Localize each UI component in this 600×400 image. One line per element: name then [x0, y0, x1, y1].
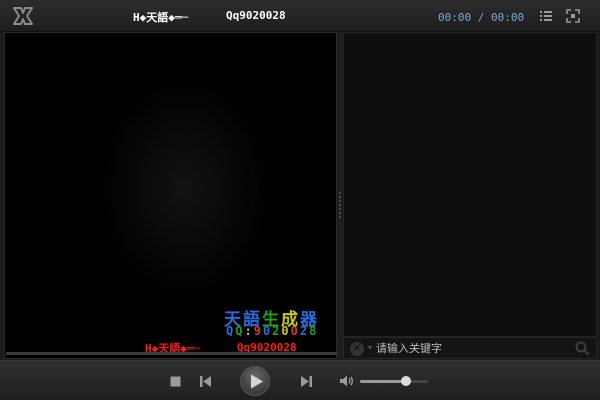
watermark-qq-char: 8: [309, 324, 319, 338]
search-bar: ✕ ▾: [343, 337, 597, 359]
chevron-down-icon[interactable]: ▾: [368, 343, 372, 352]
next-icon[interactable]: [300, 376, 312, 387]
title-bar: H◆天語◆═─ Qq9020028 00:00 / 00:00: [0, 0, 600, 32]
seek-bar[interactable]: [6, 352, 338, 355]
volume-slider[interactable]: [360, 380, 428, 383]
time-total: 00:00: [491, 11, 525, 24]
splitter-grip[interactable]: [339, 192, 341, 218]
play-icon: [251, 374, 263, 389]
watermark-qq-char: 0: [290, 324, 300, 338]
speaker-icon[interactable]: [339, 374, 354, 388]
title-watermark: H◆天語◆═─: [133, 11, 189, 24]
watermark-qq: QQ:9020028: [226, 324, 318, 338]
watermark-qq-char: 2: [299, 324, 310, 338]
app-logo-icon[interactable]: [12, 6, 34, 26]
control-bar: [0, 360, 600, 400]
time-readout: 00:00 / 00:00: [438, 11, 524, 24]
previous-icon[interactable]: [200, 376, 212, 387]
watermark-qq-char: :: [244, 324, 254, 338]
watermark-qq-char: 0: [262, 324, 273, 338]
watermark-qq-char: 0: [281, 324, 291, 338]
close-icon[interactable]: ✕: [350, 342, 364, 356]
list-icon[interactable]: [539, 9, 553, 23]
time-current: 00:00: [438, 11, 472, 24]
play-button[interactable]: [240, 366, 270, 396]
volume-knob[interactable]: [401, 376, 412, 386]
time-separator: /: [477, 11, 485, 24]
search-icon[interactable]: [575, 341, 590, 356]
video-background-glow: [105, 83, 265, 293]
watermark-qq-char: Q: [226, 324, 236, 338]
fullscreen-icon[interactable]: [566, 9, 580, 23]
playlist-panel[interactable]: [343, 32, 597, 337]
watermark-qq-char: 9: [253, 324, 263, 338]
title-qq-number: Qq9020028: [226, 9, 286, 22]
search-input[interactable]: [376, 340, 566, 357]
stop-icon[interactable]: [170, 376, 181, 387]
volume-level-fill: [360, 380, 407, 383]
